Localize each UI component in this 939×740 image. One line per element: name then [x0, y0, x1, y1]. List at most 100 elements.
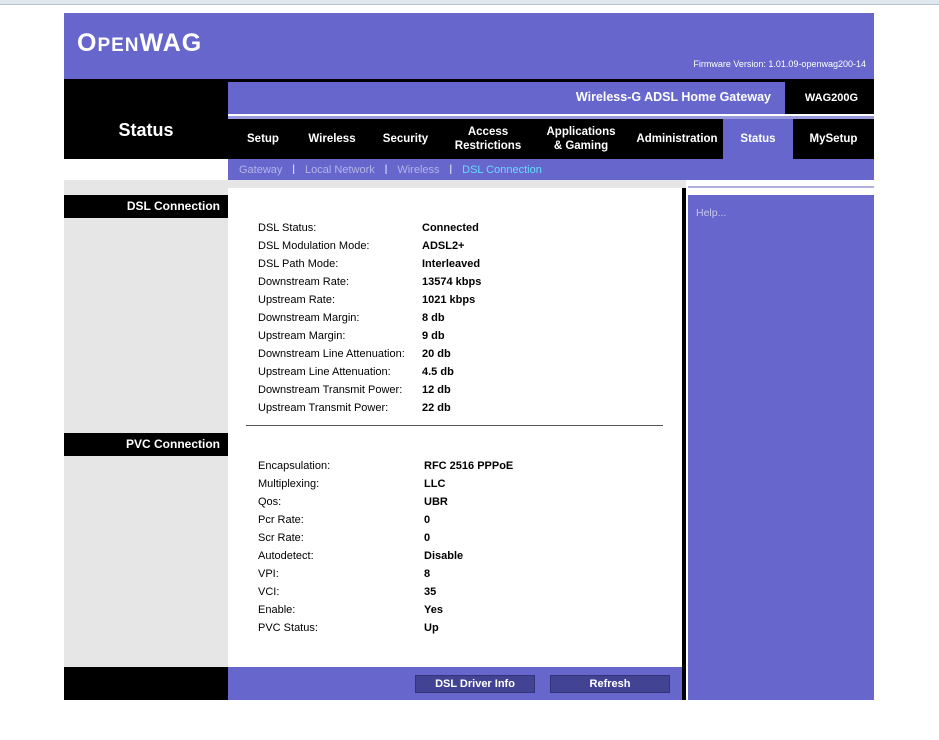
sub-navigation: Gateway | Local Network | Wireless | DSL… [228, 159, 874, 180]
field-value: 13574 kbps [422, 276, 482, 288]
field-label: DSL Modulation Mode: [258, 240, 370, 252]
field-value: Connected [422, 222, 479, 234]
vci-row: VCI: 35 [258, 586, 678, 604]
subnav-dsl-connection[interactable]: DSL Connection [462, 164, 542, 176]
dsl-path-mode-row: DSL Path Mode: Interleaved [258, 258, 678, 276]
help-top-line [688, 186, 874, 188]
pcr-rate-row: Pcr Rate: 0 [258, 514, 678, 532]
field-value: 20 db [422, 348, 451, 360]
field-label: Pcr Rate: [258, 514, 304, 526]
downstream-power-row: Downstream Transmit Power: 12 db [258, 384, 678, 402]
field-value: 1021 kbps [422, 294, 476, 306]
qos-row: Qos: UBR [258, 496, 678, 514]
menu-administration[interactable]: Administration [631, 119, 723, 159]
main-menu: Setup Wireless Security Access Restricti… [228, 119, 874, 159]
menu-access-restrictions[interactable]: Access Restrictions [445, 119, 531, 159]
help-top-strip [686, 180, 874, 195]
pvc-status-row: PVC Status: Up [258, 622, 678, 640]
field-value: Up [424, 622, 439, 634]
upstream-power-row: Upstream Transmit Power: 22 db [258, 402, 678, 420]
downstream-attenuation-row: Downstream Line Attenuation: 20 db [258, 348, 678, 366]
menu-applications-gaming[interactable]: Applications & Gaming [531, 119, 631, 159]
section-divider [246, 425, 663, 426]
field-label: Autodetect: [258, 550, 314, 562]
field-value: 4.5 db [422, 366, 454, 378]
subnav-local-network[interactable]: Local Network [305, 164, 375, 176]
field-value: UBR [424, 496, 448, 508]
footer-left [64, 667, 228, 700]
upstream-attenuation-row: Upstream Line Attenuation: 4.5 db [258, 366, 678, 384]
subnav-divider: | [449, 164, 453, 175]
field-label: Encapsulation: [258, 460, 331, 472]
router-page: OPENWAG Firmware Version: 1.01.09-openwa… [64, 13, 874, 700]
subnav-divider: | [292, 164, 296, 175]
dsl-driver-info-button[interactable]: DSL Driver Info [415, 675, 535, 693]
field-value: 22 db [422, 402, 451, 414]
product-bar: Wireless-G ADSL Home Gateway [228, 82, 785, 114]
model-name: WAG200G [804, 92, 859, 104]
field-label: Scr Rate: [258, 532, 304, 544]
field-label: DSL Path Mode: [258, 258, 339, 270]
main-content: DSL Status: Connected DSL Modulation Mode… [228, 188, 682, 667]
downstream-rate-row: Downstream Rate: 13574 kbps [258, 276, 678, 294]
field-label: DSL Status: [258, 222, 317, 234]
refresh-button[interactable]: Refresh [550, 675, 670, 693]
field-value: 35 [424, 586, 437, 598]
left-sidebar [64, 180, 228, 667]
field-label: Upstream Margin: [258, 330, 346, 342]
field-label: VCI: [258, 586, 280, 598]
field-value: RFC 2516 PPPoE [424, 460, 514, 472]
menu-wireless[interactable]: Wireless [298, 119, 366, 159]
field-value: LLC [424, 478, 446, 490]
menu-mysetup[interactable]: MySetup [793, 119, 874, 159]
subnav-wireless[interactable]: Wireless [397, 164, 439, 176]
field-label: Upstream Transmit Power: [258, 402, 389, 414]
field-label: Downstream Rate: [258, 276, 350, 288]
field-value: 0 [424, 532, 431, 544]
enable-row: Enable: Yes [258, 604, 678, 622]
field-value: 12 db [422, 384, 451, 396]
scr-rate-row: Scr Rate: 0 [258, 532, 678, 550]
dsl-status-row: DSL Status: Connected [258, 222, 678, 240]
field-value: ADSL2+ [422, 240, 465, 252]
menu-status[interactable]: Status [723, 119, 793, 159]
field-label: Enable: [258, 604, 296, 616]
field-label: PVC Status: [258, 622, 318, 634]
dsl-modulation-row: DSL Modulation Mode: ADSL2+ [258, 240, 678, 258]
field-value: 9 db [422, 330, 445, 342]
subnav-gateway[interactable]: Gateway [239, 164, 282, 176]
field-value: 0 [424, 514, 431, 526]
field-label: Upstream Line Attenuation: [258, 366, 391, 378]
field-value: Disable [424, 550, 464, 562]
dsl-connection-header: DSL Connection [64, 195, 228, 218]
menu-security[interactable]: Security [366, 119, 445, 159]
upstream-margin-row: Upstream Margin: 9 db [258, 330, 678, 348]
firmware-version: Firmware Version: 1.01.09-openwag200-14 [693, 59, 866, 69]
field-value: 8 [424, 568, 431, 580]
footer-bar: DSL Driver Info Refresh [228, 667, 682, 700]
autodetect-row: Autodetect: Disable [258, 550, 678, 568]
product-name: Wireless-G ADSL Home Gateway [575, 90, 771, 104]
pvc-connection-header: PVC Connection [64, 433, 228, 456]
field-label: Upstream Rate: [258, 294, 336, 306]
field-label: Qos: [258, 496, 282, 508]
page-title: Status [118, 120, 174, 140]
field-label: VPI: [258, 568, 279, 580]
field-value: Interleaved [422, 258, 481, 270]
field-label: Downstream Margin: [258, 312, 360, 324]
encapsulation-row: Encapsulation: RFC 2516 PPPoE [258, 460, 678, 478]
downstream-margin-row: Downstream Margin: 8 db [258, 312, 678, 330]
vpi-row: VPI: 8 [258, 568, 678, 586]
field-value: 8 db [422, 312, 445, 324]
help-panel: Help... [688, 195, 874, 700]
menu-setup[interactable]: Setup [228, 119, 298, 159]
multiplexing-row: Multiplexing: LLC [258, 478, 678, 496]
field-label: Multiplexing: [258, 478, 320, 490]
field-label: Downstream Transmit Power: [258, 384, 403, 396]
header: OPENWAG Firmware Version: 1.01.09-openwa… [64, 13, 874, 79]
field-label: Downstream Line Attenuation: [258, 348, 405, 360]
upstream-rate-row: Upstream Rate: 1021 kbps [258, 294, 678, 312]
openwag-logo: OPENWAG [77, 29, 203, 57]
browser-top-strip [0, 0, 939, 5]
help-link[interactable]: Help... [696, 207, 726, 219]
